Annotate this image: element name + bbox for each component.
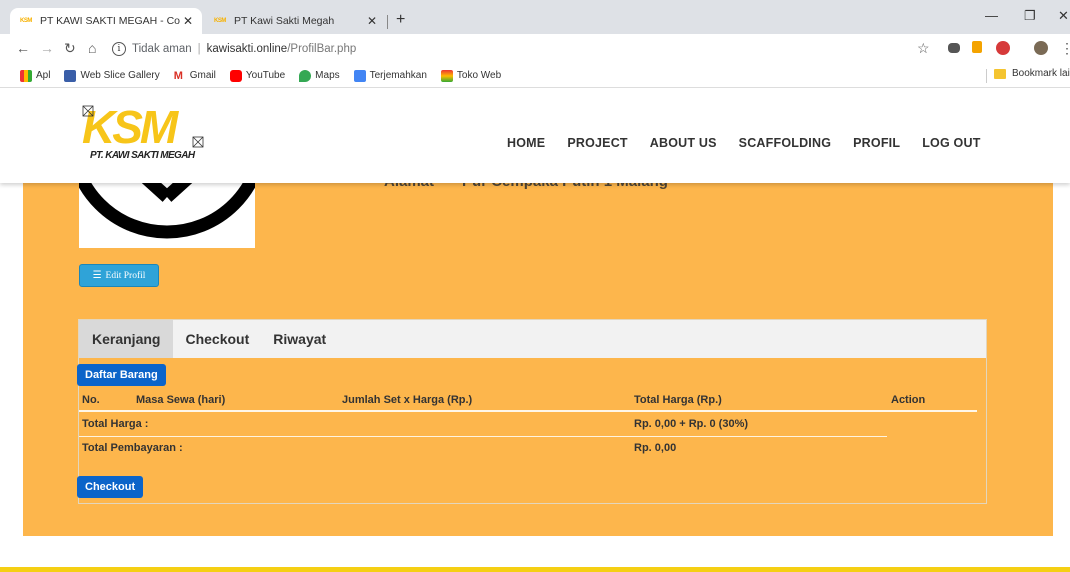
bookmark-star-icon[interactable]: ☆ [917,40,930,57]
folder-icon [994,68,1006,79]
bookmark-divider [986,69,987,83]
cart-card: Keranjang Checkout Riwayat Daftar Barang… [77,319,987,504]
list-icon: ☰ [92,270,102,281]
info-icon[interactable]: i [112,42,126,56]
menu-kebab-icon[interactable]: ⋮ [1060,40,1070,57]
home-icon[interactable]: ⌂ [88,40,96,56]
daftar-barang-button[interactable]: Daftar Barang [77,364,166,386]
browser-tab[interactable]: KSM PT Kawi Sakti Megah ✕ [204,8,386,34]
tab-riwayat[interactable]: Riwayat [261,320,338,358]
page: AlamatPur Cempaka Putih 1 Malang KSM PT.… [0,89,1070,572]
nav-scaffolding[interactable]: SCAFFOLDING [739,136,831,150]
tab-divider [387,15,388,29]
col-header-action: Action [891,394,926,406]
ksm-logo[interactable]: KSM PT. KAWI SAKTI MEGAH [80,101,210,163]
svg-text:KSM: KSM [82,103,180,153]
forward-icon[interactable]: → [40,40,54,56]
bookmark-youtube[interactable]: YouTube [229,69,285,82]
maps-pin-icon [299,69,312,82]
window-close-icon[interactable]: ✕ [1058,8,1069,24]
restore-icon[interactable]: ❐ [1024,8,1036,24]
bookmark-web-slice[interactable]: Web Slice Gallery [64,69,160,82]
table-header-divider [79,410,977,412]
nav-profil[interactable]: PROFIL [853,136,900,150]
col-header-total-harga: Total Harga (Rp.) [634,394,722,406]
reload-icon[interactable]: ↻ [64,40,76,57]
svg-text:PT. KAWI SAKTI MEGAH: PT. KAWI SAKTI MEGAH [90,150,196,161]
tab-keranjang[interactable]: Keranjang [79,320,174,358]
browser-toolbar: ← → ↻ ⌂ i Tidak aman | kawisakti.online … [0,34,1070,64]
browser-tabstrip: KSM PT KAWI SAKTI MEGAH - Constr ✕ KSM P… [0,0,1070,34]
bookmark-maps[interactable]: Maps [299,69,340,82]
total-pembayaran-label: Total Pembayaran : [82,442,183,454]
security-label: Tidak aman [132,43,192,55]
other-bookmarks[interactable]: Bookmark lain [994,68,1070,79]
address-bar[interactable]: i Tidak aman | kawisakti.online /ProfilB… [112,37,942,61]
total-pembayaran-value: Rp. 0,00 [634,442,677,454]
ksm-favicon-icon: KSM [20,18,32,24]
nav-project[interactable]: PROJECT [567,136,627,150]
bookmarks-bar: Apl Web Slice Gallery M Gmail YouTube Map… [0,64,1070,88]
col-header-no: No. [82,394,100,406]
cart-tabs: Keranjang Checkout Riwayat [79,320,986,358]
cloud-extension-icon[interactable] [948,43,960,53]
web-slice-icon [64,69,77,82]
table-row-divider [79,436,887,437]
browser-tab-active[interactable]: KSM PT KAWI SAKTI MEGAH - Constr ✕ [10,8,202,34]
web-store-icon [440,69,453,82]
tab-title: PT Kawi Sakti Megah [234,15,335,27]
tab-checkout[interactable]: Checkout [173,320,261,358]
back-icon[interactable]: ← [16,40,30,56]
minimize-icon[interactable]: — [985,8,998,23]
address-divider: | [197,43,201,55]
adblock-extension-icon[interactable] [996,41,1010,55]
translate-icon [353,69,366,82]
col-header-jumlah: Jumlah Set x Harga (Rp.) [342,394,473,406]
total-harga-value: Rp. 0,00 + Rp. 0 (30%) [634,418,749,430]
new-tab-button[interactable]: + [396,11,405,29]
nav-log-out[interactable]: LOG OUT [922,136,980,150]
address-domain: kawisakti.online [206,43,288,55]
close-icon[interactable]: ✕ [364,14,380,28]
address-path: /ProfilBar.php [287,43,357,55]
close-icon[interactable]: ✕ [180,14,196,28]
nav-home[interactable]: HOME [507,136,545,150]
tab-title: PT KAWI SAKTI MEGAH - Constr [40,15,180,27]
youtube-icon [229,69,242,82]
main-nav: HOME PROJECT ABOUT US SCAFFOLDING PROFIL… [507,136,1003,150]
bookmark-translate[interactable]: Terjemahkan [353,69,427,82]
bookmark-gmail[interactable]: M Gmail [173,69,216,82]
site-header: KSM PT. KAWI SAKTI MEGAH HOME PROJECT AB… [0,89,1070,183]
bookmark-web-store[interactable]: Toko Web [440,69,501,82]
total-harga-label: Total Harga : [82,418,149,430]
footer-accent-line [0,567,1070,572]
col-header-masa-sewa: Masa Sewa (hari) [136,394,226,406]
bookmark-apps[interactable]: Apl [20,69,50,82]
ksm-favicon-icon: KSM [214,18,226,24]
checkout-button[interactable]: Checkout [77,476,144,498]
flag-extension-icon[interactable] [972,41,982,53]
profile-avatar-icon[interactable] [1034,41,1048,55]
gmail-icon: M [173,69,186,82]
edit-profile-button[interactable]: ☰ Edit Profil [79,264,159,287]
apps-grid-icon [20,69,32,82]
nav-about-us[interactable]: ABOUT US [650,136,717,150]
